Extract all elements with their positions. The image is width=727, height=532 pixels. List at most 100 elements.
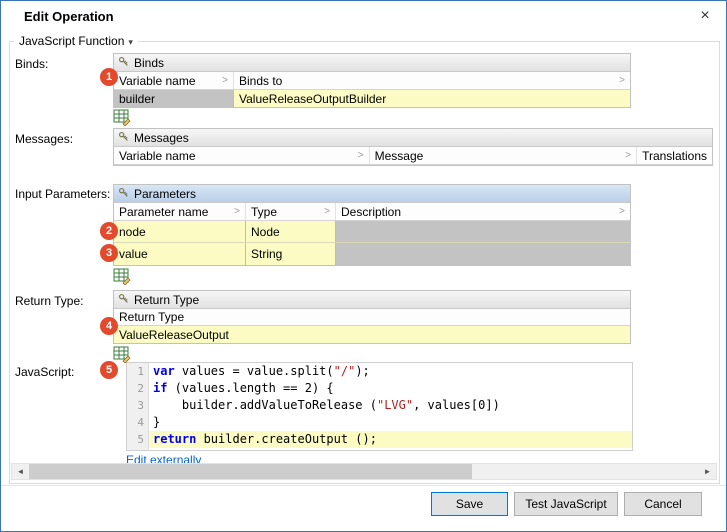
sort-chevron-icon: > [619,150,631,161]
binds-col-binds-to[interactable]: Binds to > [234,72,630,89]
code-token-keyword: if [153,381,167,395]
chevron-down-icon: ▾ [128,37,133,47]
parameters-col-name[interactable]: Parameter name > [114,203,246,220]
code-token-plain: ); [355,364,369,378]
parameter-name-cell[interactable]: node [114,221,246,242]
code-line-number: 1 [127,363,148,380]
return-type-col[interactable]: Return Type [114,309,630,325]
code-line[interactable]: builder.addValueToRelease ("LVG", values… [149,397,632,414]
binds-variable-cell[interactable]: builder [114,90,234,107]
key-icon [118,131,129,145]
code-gutter: 12345 [127,363,149,450]
binds-label: Binds: [15,57,48,71]
column-label: Message [375,149,424,163]
save-button[interactable]: Save [431,492,508,516]
code-line-number: 4 [127,414,148,431]
test-javascript-button[interactable]: Test JavaScript [514,492,618,516]
callout-badge-4: 4 [100,317,118,335]
window-title: Edit Operation [24,9,114,24]
messages-col-variable-name[interactable]: Variable name > [114,147,370,164]
messages-col-message[interactable]: Message > [370,147,637,164]
return-type-label: Return Type: [15,294,83,308]
binds-edit-table-icon[interactable] [113,108,131,126]
code-line[interactable]: if (values.length == 2) { [149,380,632,397]
code-token-plain: , values[0]) [413,398,500,412]
binds-table: Binds Variable name > Binds to > builder… [113,53,631,108]
horizontal-scrollbar[interactable]: ◄ ► [11,463,717,480]
callout-badge-1: 1 [100,68,118,86]
parameter-description-cell[interactable] [336,221,630,242]
code-line[interactable]: return builder.createOutput (); [149,431,632,448]
return-type-table-title[interactable]: Return Type [114,291,630,309]
return-type-value-cell[interactable]: ValueReleaseOutput [114,326,630,343]
code-line-number: 5 [127,431,148,448]
parameter-name-cell[interactable]: value [114,243,246,265]
callout-badge-3: 3 [100,244,118,262]
edit-operation-dialog: Edit Operation × JavaScript Function ▾ Bi… [0,0,727,532]
cancel-button[interactable]: Cancel [624,492,702,516]
binds-col-variable-name[interactable]: Variable name > [114,72,234,89]
code-token-string: "LVG" [377,398,413,412]
sort-chevron-icon: > [216,75,228,86]
sort-chevron-icon: > [352,150,364,161]
code-line-number: 2 [127,380,148,397]
binds-table-title[interactable]: Binds [114,54,630,72]
code-line[interactable]: } [149,414,632,431]
scroll-left-arrow-icon[interactable]: ◄ [12,464,29,479]
parameters-edit-table-icon[interactable] [113,267,131,285]
callout-badge-2: 2 [100,222,118,240]
groupbox-header[interactable]: JavaScript Function ▾ [14,34,138,48]
key-icon [118,293,129,307]
parameters-col-type[interactable]: Type > [246,203,336,220]
messages-table-title[interactable]: Messages [114,129,712,147]
return-type-table-title-text: Return Type [134,293,199,307]
messages-col-translations[interactable]: Translations [637,147,712,164]
javascript-label: JavaScript: [15,365,74,379]
return-type-edit-table-icon[interactable] [113,345,131,363]
code-token-keyword: var [153,364,175,378]
parameter-description-cell[interactable] [336,243,630,265]
column-label: Description [341,205,401,219]
parameters-row-value: value String [114,243,630,265]
parameters-header-row: Parameter name > Type > Description > [114,203,630,221]
code-area[interactable]: var values = value.split("/");if (values… [149,363,632,450]
parameters-row-node: node Node [114,221,630,243]
close-icon: × [700,7,709,25]
parameters-table-title[interactable]: Parameters [114,185,630,203]
binds-value-cell[interactable]: ValueReleaseOutputBuilder [234,90,630,107]
sort-chevron-icon: > [228,206,240,217]
code-line[interactable]: var values = value.split("/"); [149,363,632,380]
code-line-number: 3 [127,397,148,414]
return-type-header-row: Return Type [114,309,630,326]
groupbox-label: JavaScript Function [19,34,124,48]
column-label: Variable name [119,74,196,88]
return-type-table: Return Type Return Type ValueReleaseOutp… [113,290,631,344]
input-parameters-label: Input Parameters: [15,187,110,201]
code-token-string: "/" [334,364,356,378]
scrollbar-thumb[interactable] [29,464,472,479]
scroll-right-arrow-icon[interactable]: ► [699,464,716,479]
messages-table-title-text: Messages [134,131,189,145]
close-button[interactable]: × [684,1,726,31]
messages-header-row: Variable name > Message > Translations [114,147,712,165]
binds-table-title-text: Binds [134,56,164,70]
column-label: Parameter name [119,205,208,219]
column-label: Variable name [119,149,196,163]
parameter-type-cell[interactable]: Node [246,221,336,242]
column-label: Return Type [119,310,184,324]
messages-table: Messages Variable name > Message > Trans… [113,128,713,166]
sort-chevron-icon: > [318,206,330,217]
column-label: Translations [642,149,707,163]
messages-label: Messages: [15,132,73,146]
return-type-row: ValueReleaseOutput [114,326,630,343]
sort-chevron-icon: > [613,206,625,217]
code-token-keyword: return [153,432,196,446]
titlebar: Edit Operation × [1,1,726,31]
parameter-type-cell[interactable]: String [246,243,336,265]
key-icon [118,56,129,70]
callout-badge-5: 5 [100,361,118,379]
parameters-col-description[interactable]: Description > [336,203,630,220]
parameters-table-title-text: Parameters [134,187,196,201]
javascript-code-editor[interactable]: 12345 var values = value.split("/");if (… [126,362,633,451]
code-token-plain: (values.length == 2) { [167,381,333,395]
